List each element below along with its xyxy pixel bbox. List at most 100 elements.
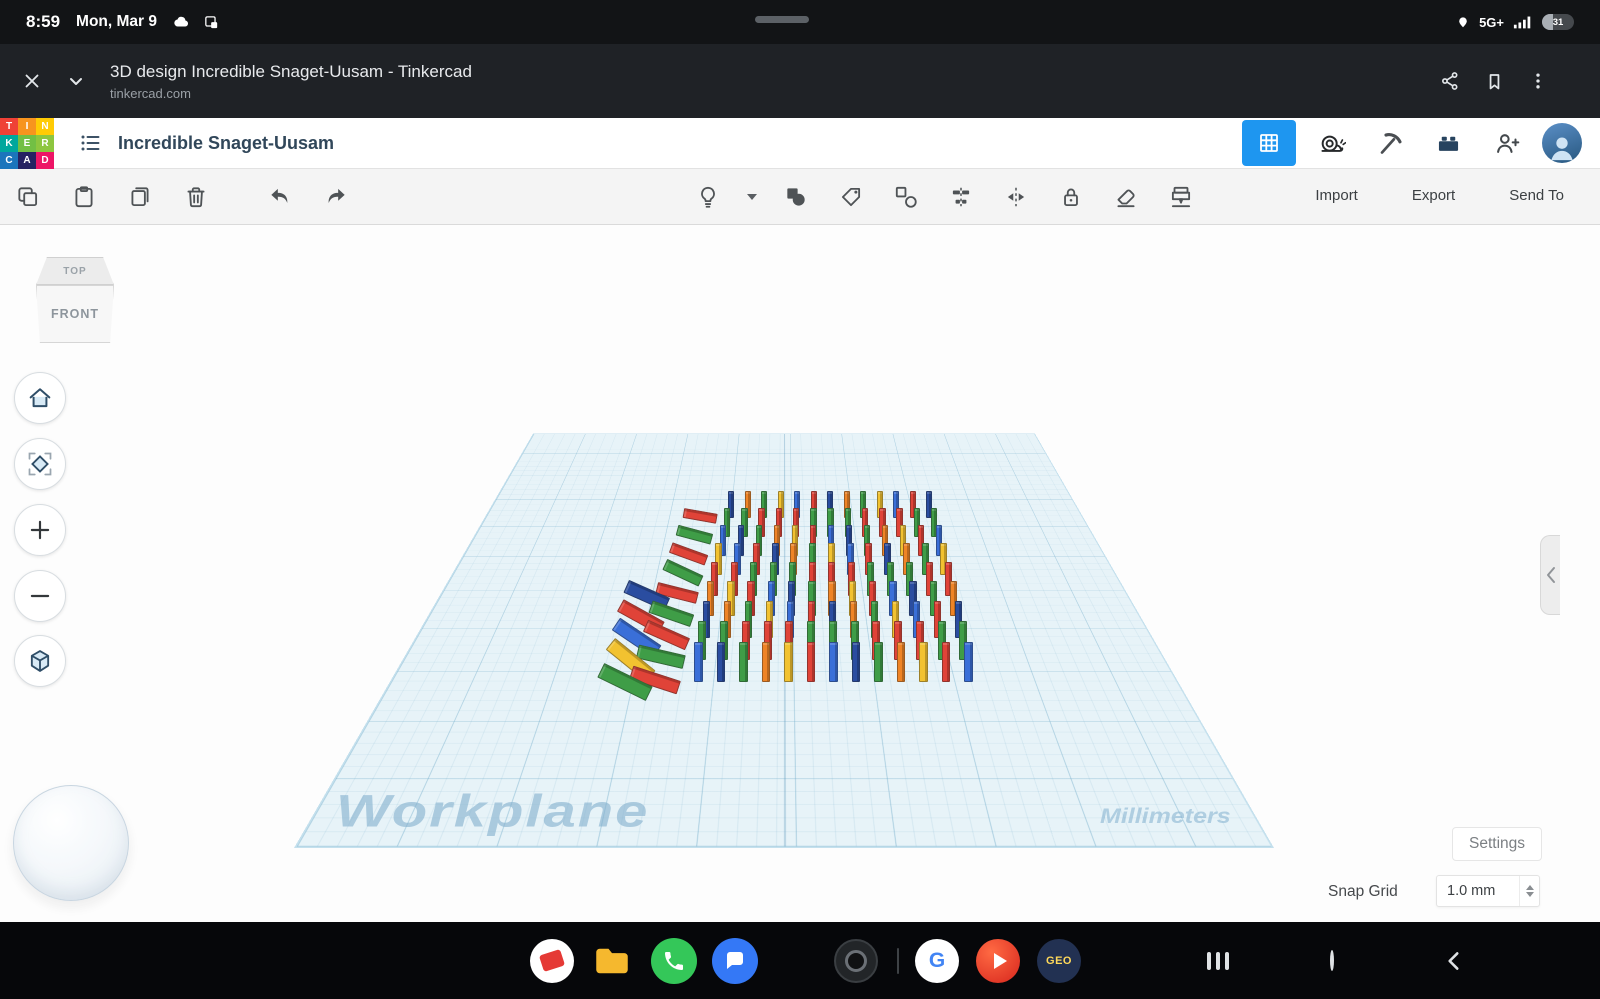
- zoom-in-button[interactable]: [14, 504, 66, 556]
- logo-letter: T: [0, 117, 18, 135]
- zoom-out-button[interactable]: [14, 570, 66, 622]
- camera-lens-icon: [834, 938, 878, 983]
- send-to-button[interactable]: Send To: [1487, 178, 1586, 213]
- copy-button[interactable]: [10, 177, 46, 217]
- snap-grid-select[interactable]: 1.0 mm: [1436, 875, 1540, 907]
- domino[interactable]: [964, 642, 973, 682]
- duplicate-button[interactable]: [122, 177, 158, 217]
- view-cube[interactable]: TOP FRONT: [36, 253, 114, 349]
- signal-icon: [1513, 14, 1533, 30]
- dock-divider: [897, 947, 899, 974]
- domino[interactable]: [694, 642, 703, 682]
- logo-letter: K: [0, 134, 18, 152]
- show-all-dropdown-caret[interactable]: [745, 194, 759, 200]
- redo-icon: [328, 188, 345, 203]
- domino[interactable]: [941, 642, 950, 682]
- lego-brick-button[interactable]: [1426, 121, 1470, 165]
- domino[interactable]: [874, 642, 883, 682]
- dock-app-geo[interactable]: GEO: [1037, 938, 1081, 983]
- viewcube-front-face[interactable]: FRONT: [36, 285, 114, 343]
- domino[interactable]: [739, 642, 748, 682]
- overflow-menu-button[interactable]: [1516, 59, 1560, 103]
- domino[interactable]: [784, 642, 793, 682]
- dock-app-messages[interactable]: [712, 937, 758, 984]
- page-url: tinkercad.com: [110, 85, 191, 101]
- avatar[interactable]: [1542, 123, 1582, 163]
- dock-app-phone[interactable]: [651, 937, 697, 984]
- panel-toggle-tab[interactable]: [1540, 535, 1560, 615]
- simlab-snail-button[interactable]: [1310, 121, 1354, 165]
- snap-grid-label: Snap Grid: [1328, 883, 1398, 900]
- logo-letter: D: [36, 151, 54, 169]
- close-tab-button[interactable]: [10, 59, 54, 103]
- screen-capture-icon: [203, 14, 220, 31]
- domino-fallen[interactable]: [662, 559, 704, 587]
- dock-app-video[interactable]: [976, 938, 1020, 983]
- ungroup-button[interactable]: [888, 177, 924, 217]
- 3d-viewport[interactable]: Workplane Millimeters TOP FRONT Settings…: [0, 225, 1600, 922]
- page-title: 3D design Incredible Snaget-Uusam - Tink…: [110, 61, 472, 81]
- dock-app-files[interactable]: [591, 940, 633, 982]
- domino[interactable]: [919, 642, 928, 682]
- viewcube-top-face[interactable]: TOP: [36, 257, 114, 285]
- fit-view-button[interactable]: [14, 438, 66, 490]
- align-button[interactable]: [943, 177, 979, 217]
- mirror-button[interactable]: [998, 177, 1034, 217]
- add-collaborator-button[interactable]: [1484, 121, 1528, 165]
- date[interactable]: Mon, Mar 9: [76, 13, 157, 31]
- domino[interactable]: [896, 642, 905, 682]
- logo-letter: R: [36, 134, 54, 152]
- share-button[interactable]: [1428, 59, 1472, 103]
- domino[interactable]: [761, 642, 770, 682]
- dock-app-google[interactable]: G: [915, 938, 959, 983]
- bookmark-button[interactable]: [1472, 59, 1516, 103]
- recents-button[interactable]: [1207, 951, 1229, 970]
- redo-button[interactable]: [318, 177, 354, 217]
- tag-button[interactable]: [833, 177, 869, 217]
- minus-icon: [30, 594, 50, 598]
- home-button[interactable]: [1330, 949, 1334, 971]
- floating-nav-ball[interactable]: [13, 785, 129, 901]
- page-title-block: 3D design Incredible Snaget-Uusam - Tink…: [110, 62, 472, 101]
- clock[interactable]: 8:59: [26, 12, 60, 32]
- export-button[interactable]: Export: [1390, 178, 1477, 213]
- duplicate-icon: [131, 187, 149, 207]
- domino-fallen[interactable]: [675, 525, 713, 545]
- domino[interactable]: [851, 642, 860, 682]
- tinkercad-logo[interactable]: TINKERCAD: [0, 117, 54, 169]
- paste-button[interactable]: [66, 177, 102, 217]
- domino[interactable]: [806, 642, 815, 682]
- dock-app-red[interactable]: [530, 938, 574, 983]
- home-view-button[interactable]: [14, 372, 66, 424]
- battery-percent: 31: [1552, 16, 1564, 28]
- domino[interactable]: [829, 642, 838, 682]
- ungroup-icon: [895, 186, 917, 208]
- network-type: 5G+: [1479, 14, 1504, 30]
- plus-icon: [30, 520, 50, 540]
- back-button[interactable]: [1441, 948, 1467, 974]
- design-name[interactable]: Incredible Snaget-Uusam: [118, 133, 334, 154]
- minecraft-pickaxe-button[interactable]: [1368, 121, 1412, 165]
- snap-grid-toggle-button[interactable]: [1242, 120, 1296, 166]
- top-drag-handle[interactable]: [755, 16, 809, 23]
- domino[interactable]: [716, 642, 725, 682]
- phone-icon: [665, 951, 683, 970]
- browser-custom-tab-bar: 3D design Incredible Snaget-Uusam - Tink…: [0, 44, 1600, 118]
- printer-icon: [1171, 186, 1191, 208]
- expand-chevron-button[interactable]: [54, 59, 98, 103]
- chat-bubble-icon: [727, 951, 743, 969]
- perspective-toggle-button[interactable]: [14, 635, 66, 687]
- import-button[interactable]: Import: [1293, 178, 1380, 213]
- show-all-button[interactable]: [690, 177, 726, 217]
- lock-button[interactable]: [1053, 177, 1089, 217]
- design-menu-button[interactable]: [68, 121, 112, 165]
- domino-fallen[interactable]: [682, 508, 718, 525]
- dock-app-camera[interactable]: [834, 938, 878, 983]
- eraser-button[interactable]: [1108, 177, 1144, 217]
- delete-button[interactable]: [178, 177, 214, 217]
- settings-button[interactable]: Settings: [1452, 827, 1543, 861]
- group-button[interactable]: [778, 177, 814, 217]
- undo-button[interactable]: [262, 177, 298, 217]
- print-button[interactable]: [1163, 177, 1199, 217]
- paste-icon: [75, 186, 93, 208]
